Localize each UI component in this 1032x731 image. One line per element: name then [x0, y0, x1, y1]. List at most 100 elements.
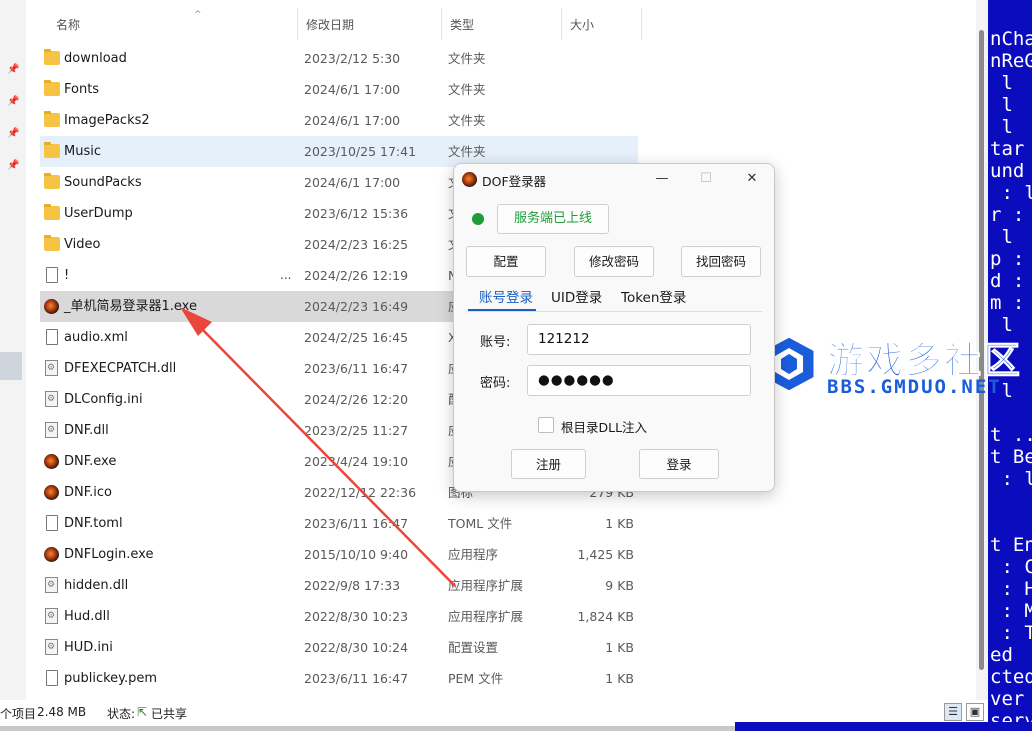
tiles-view-icon[interactable]: ▣ [966, 703, 984, 721]
column-type[interactable]: 类型 [442, 8, 562, 40]
file-row[interactable]: Hud.dll 2022/8/30 10:23 应用程序扩展 1,824 KB [40, 601, 638, 632]
maximize-button[interactable]: ☐ [691, 168, 721, 190]
file-date: 2023/10/25 17:41 [304, 144, 417, 159]
shared-icon: ⇱ [137, 705, 148, 719]
tab-account-login[interactable]: 账号登录 [479, 286, 533, 306]
file-name: audio.xml [64, 330, 128, 345]
file-date: 2015/10/10 9:40 [304, 547, 409, 562]
file-row[interactable]: hidden.dll 2022/9/8 17:33 应用程序扩展 9 KB [40, 570, 638, 601]
file-name: HUD.ini [64, 640, 113, 655]
password-label: 密码: [480, 376, 511, 391]
nav-item-selected[interactable] [0, 352, 22, 380]
pin-icon[interactable]: 📌 [7, 128, 19, 140]
file-row[interactable]: download 2023/2/12 5:30 文件夹 [40, 43, 638, 74]
more-options-icon[interactable]: ... [280, 260, 291, 291]
file-size: 1,425 KB [577, 547, 634, 562]
file-date: 2023/2/25 11:27 [304, 423, 409, 438]
console-line: t En [990, 534, 1032, 556]
file-name: Music [64, 144, 101, 159]
file-date: 2024/6/1 17:00 [304, 113, 401, 128]
file-type: 文件夹 [448, 82, 486, 97]
pin-icon[interactable]: 📌 [7, 64, 19, 76]
login-button[interactable]: 登录 [639, 449, 719, 479]
file-name: hidden.dll [64, 578, 129, 593]
tab-token-login[interactable]: Token登录 [621, 286, 686, 306]
file-row[interactable]: DNFLogin.exe 2015/10/10 9:40 应用程序 1,425 KB [40, 539, 638, 570]
file-date: 2023/6/11 16:47 [304, 361, 409, 376]
file-date: 2024/2/23 16:25 [304, 237, 409, 252]
file-name: Video [64, 237, 101, 252]
console-line: d : [990, 270, 1025, 292]
settings-file-icon [45, 360, 58, 376]
console-line: t Be [990, 446, 1032, 468]
file-name: download [64, 51, 127, 66]
folder-icon [44, 49, 60, 65]
file-size: 9 KB [605, 578, 634, 593]
folder-icon [44, 204, 60, 220]
details-view-icon[interactable]: ☰ [944, 703, 962, 721]
folder-icon [44, 142, 60, 158]
file-date: 2022/12/12 22:36 [304, 485, 417, 500]
document-icon [46, 515, 58, 531]
file-type: 文件夹 [448, 51, 486, 66]
console-line: ver [990, 688, 1025, 710]
console-line: l [990, 226, 1013, 248]
pin-icon[interactable]: 📌 [7, 160, 19, 172]
file-row[interactable]: HUD.ini 2022/8/30 10:24 配置设置 1 KB [40, 632, 638, 663]
console-line: cted [990, 666, 1032, 688]
file-date: 2022/9/8 17:33 [304, 578, 401, 593]
file-type: 应用程序扩展 [448, 578, 524, 593]
file-size: 1 KB [605, 516, 634, 531]
file-date: 2024/6/1 17:00 [304, 82, 401, 97]
file-date: 2023/6/11 16:47 [304, 516, 409, 531]
file-date: 2022/8/30 10:24 [304, 640, 409, 655]
account-input[interactable]: 121212 [527, 324, 751, 355]
file-row[interactable]: DNF.toml 2023/6/11 16:47 TOML 文件 1 KB [40, 508, 638, 539]
file-row[interactable]: publickey.pem 2023/6/11 16:47 PEM 文件 1 KB [40, 663, 638, 694]
console-line: tar [990, 138, 1025, 160]
settings-file-icon [45, 422, 58, 438]
close-button[interactable]: ✕ [737, 168, 767, 190]
column-date[interactable]: 修改日期 [298, 8, 442, 40]
recover-password-button[interactable]: 找回密码 [681, 246, 761, 277]
dialog-title: DOF登录器 [482, 174, 547, 189]
watermark-subtitle: BBS.GMDUO.NET [827, 376, 1002, 398]
file-date: 2023/6/11 16:47 [304, 671, 409, 686]
file-type: 应用程序扩展 [448, 609, 524, 624]
folder-icon [44, 111, 60, 127]
dnf-app-icon [44, 547, 59, 562]
navigation-pane[interactable]: 📌 📌 📌 📌 [0, 0, 26, 700]
password-input[interactable]: ●●●●●● [527, 365, 751, 396]
file-name: DNF.toml [64, 516, 123, 531]
column-header: 名称 ^ 修改日期 类型 大小 [26, 8, 642, 40]
tab-divider [468, 311, 762, 312]
file-row[interactable]: ImagePacks2 2024/6/1 17:00 文件夹 [40, 105, 638, 136]
settings-file-icon [45, 391, 58, 407]
state-value: 已共享 [151, 707, 188, 721]
change-password-button[interactable]: 修改密码 [574, 246, 654, 277]
console-line: m : [990, 292, 1025, 314]
config-button[interactable]: 配置 [466, 246, 546, 277]
file-date: 2022/8/30 10:23 [304, 609, 409, 624]
file-name: SoundPacks [64, 175, 142, 190]
document-icon [46, 670, 58, 686]
console-line: l [990, 116, 1013, 138]
app-logo-icon [462, 172, 477, 187]
column-name[interactable]: 名称 [48, 8, 298, 40]
dnf-app-icon [44, 454, 59, 469]
pin-icon[interactable]: 📌 [7, 96, 19, 108]
column-size[interactable]: 大小 [562, 8, 642, 40]
selected-size: 2.48 MB [37, 705, 87, 719]
file-date: 2023/6/12 15:36 [304, 206, 409, 221]
register-button[interactable]: 注册 [511, 449, 586, 479]
tab-uid-login[interactable]: UID登录 [551, 286, 602, 306]
file-name: ImagePacks2 [64, 113, 150, 128]
console-line: t .. [990, 424, 1032, 446]
server-status-button[interactable]: 服务端已上线 [497, 204, 609, 234]
minimize-button[interactable]: — [647, 168, 677, 190]
file-date: 2023/2/12 5:30 [304, 51, 401, 66]
file-name: DNF.ico [64, 485, 112, 500]
dll-inject-checkbox[interactable] [538, 417, 554, 433]
file-row[interactable]: Fonts 2024/6/1 17:00 文件夹 [40, 74, 638, 105]
file-type: PEM 文件 [448, 671, 504, 686]
